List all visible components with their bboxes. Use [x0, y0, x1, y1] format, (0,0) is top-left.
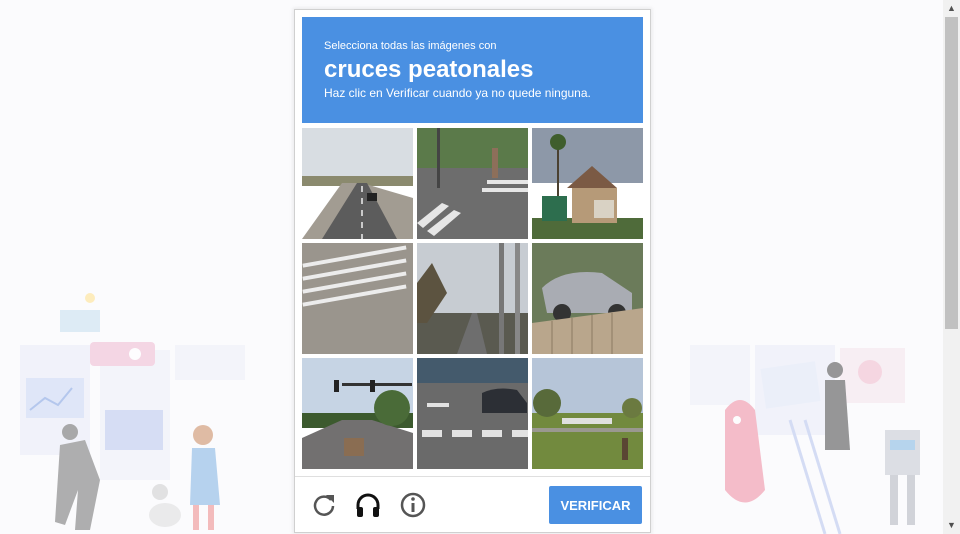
image-tile-4[interactable]	[302, 243, 413, 354]
image-tile-7[interactable]	[302, 358, 413, 469]
image-grid	[302, 128, 643, 469]
captcha-header: Selecciona todas las imágenes con cruces…	[302, 17, 643, 123]
car-fence-image	[532, 243, 643, 354]
scroll-down-arrow-icon[interactable]: ▼	[943, 517, 960, 534]
captcha-instruction: Selecciona todas las imágenes con	[324, 40, 497, 52]
image-tile-1[interactable]	[302, 128, 413, 239]
utility-poles-street-image	[417, 243, 528, 354]
scrollbar[interactable]: ▲ ▼	[943, 0, 960, 534]
info-icon[interactable]	[399, 491, 427, 519]
crosswalk-closeup-image	[302, 243, 413, 354]
crosswalk-car-image	[417, 358, 528, 469]
scroll-up-arrow-icon[interactable]: ▲	[943, 0, 960, 17]
reload-icon[interactable]	[310, 491, 338, 519]
image-tile-2[interactable]	[417, 128, 528, 239]
image-tile-5[interactable]	[417, 243, 528, 354]
image-tile-8[interactable]	[417, 358, 528, 469]
scroll-thumb[interactable]	[945, 17, 958, 329]
traffic-light-road-image	[302, 358, 413, 469]
image-tile-6[interactable]	[532, 243, 643, 354]
captcha-widget: Selecciona todas las imágenes con cruces…	[294, 9, 651, 533]
image-tile-3[interactable]	[532, 128, 643, 239]
highway-road-image	[302, 128, 413, 239]
grass-field-street-image	[532, 358, 643, 469]
headphones-icon[interactable]	[354, 491, 382, 519]
verify-button[interactable]: VERIFICAR	[549, 486, 642, 524]
captcha-footer: VERIFICAR	[295, 476, 650, 533]
captcha-hint: Haz clic en Verificar cuando ya no quede…	[324, 86, 591, 100]
crosswalk-intersection-image	[417, 128, 528, 239]
house-palm-tree-image	[532, 128, 643, 239]
captcha-keyword: cruces peatonales	[324, 56, 534, 83]
right-background-illustration	[690, 345, 920, 534]
image-tile-9[interactable]	[532, 358, 643, 469]
left-background-illustration	[20, 293, 245, 530]
